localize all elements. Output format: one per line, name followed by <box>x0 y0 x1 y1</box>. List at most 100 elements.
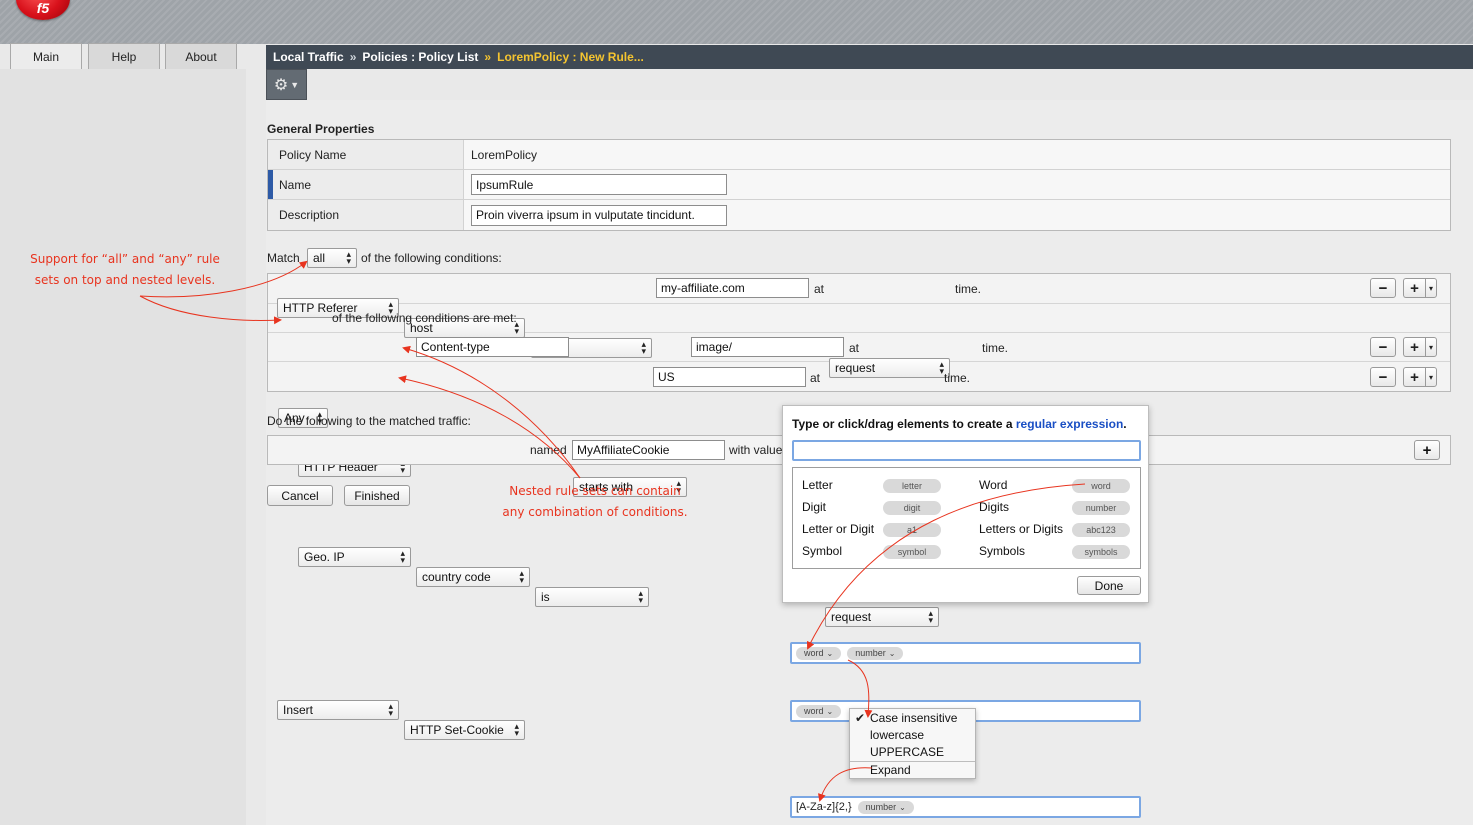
chevron-down-icon: ⌄ <box>899 802 906 812</box>
select-arrows-icon: ▴▾ <box>519 568 524 585</box>
condition-3-value-input[interactable]: US <box>653 367 806 387</box>
condition-2-part-input[interactable]: Content-type <box>416 337 569 357</box>
menu-item-lowercase[interactable]: lowercase <box>870 728 924 742</box>
condition-1-value-input[interactable]: my-affiliate.com <box>656 278 809 298</box>
remove-condition-button[interactable]: − <box>1370 337 1396 357</box>
policy-name-row: Policy Name LoremPolicy <box>268 140 1450 170</box>
breadcrumb-local-traffic[interactable]: Local Traffic <box>273 50 344 64</box>
match-mode-select[interactable]: all ▴ ▾ <box>307 248 357 268</box>
regex-element-palette: Letter letter Digit digit Letter or Digi… <box>792 467 1141 569</box>
annotation-line: sets on top and nested levels. <box>34 273 216 287</box>
add-condition-dropdown[interactable]: ▾ <box>1425 278 1437 298</box>
general-properties-table: Policy Name LoremPolicy Name IpsumRule D… <box>267 139 1451 231</box>
tab-main[interactable]: Main <box>10 43 82 69</box>
regex-title-suffix: . <box>1123 417 1127 431</box>
left-nav-panel <box>0 69 246 825</box>
select-arrows-icon: ▴▾ <box>346 249 351 266</box>
match-prefix: Match <box>267 251 300 265</box>
chevron-down-icon: ▾ <box>1428 372 1433 382</box>
palette-token[interactable]: abc123 <box>1072 523 1130 537</box>
regex-title-text: Type or click/drag elements to create a <box>792 417 1013 431</box>
palette-token[interactable]: word <box>1072 479 1130 493</box>
done-button[interactable]: Done <box>1077 576 1141 595</box>
time-label: time. <box>982 341 1009 355</box>
tab-help-label: Help <box>111 49 137 64</box>
action-target-select[interactable]: HTTP Set-Cookie ▴ ▾ <box>404 720 525 740</box>
select-value: is <box>541 590 550 604</box>
with-value-label: with value <box>729 443 783 457</box>
description-label: Description <box>268 200 464 230</box>
select-value: country code <box>422 570 491 584</box>
menu-item-case-insensitive[interactable]: Case insensitive <box>870 711 957 725</box>
breadcrumb-policy-list[interactable]: Policies : Policy List <box>362 50 478 64</box>
condition-2-value-input[interactable]: image/ <box>691 337 844 357</box>
regex-input[interactable] <box>792 440 1141 461</box>
general-properties-heading: General Properties <box>267 122 375 136</box>
tab-about[interactable]: About <box>165 43 237 69</box>
select-arrows-icon: ▴▾ <box>388 701 393 718</box>
add-action-button[interactable]: + <box>1414 440 1440 460</box>
palette-token[interactable]: symbols <box>1072 545 1130 559</box>
menu-item-expand[interactable]: Expand <box>870 763 911 777</box>
select-arrows-icon: ▴▾ <box>400 548 405 565</box>
regex-example-field-1[interactable]: word ⌄ number ⌄ <box>790 642 1141 664</box>
condition-3-field-select[interactable]: Geo. IP ▴ ▾ <box>298 547 411 567</box>
chevron-down-icon: ▾ <box>1428 283 1433 293</box>
regex-example-field-3[interactable]: [A-Za-z]{2,} number ⌄ <box>790 796 1141 818</box>
remove-condition-button[interactable]: − <box>1370 367 1396 387</box>
finished-button[interactable]: Finished <box>344 485 410 506</box>
named-label: named <box>530 443 567 457</box>
at-label: at <box>849 341 860 355</box>
condition-3-operator-select[interactable]: is ▴ ▾ <box>535 587 649 607</box>
plus-icon: + <box>1422 441 1432 459</box>
description-input[interactable]: Proin viverra ipsum in vulputate tincidu… <box>471 204 727 226</box>
token-label: word <box>804 648 824 658</box>
regex-token-number[interactable]: number ⌄ <box>847 646 904 660</box>
gear-menu-button[interactable]: ⚙ ▼ <box>266 69 307 100</box>
regex-token-number[interactable]: number ⌄ <box>857 800 914 814</box>
palette-token[interactable]: number <box>1072 501 1130 515</box>
cookie-name-input[interactable]: MyAffiliateCookie <box>572 440 725 460</box>
regex-builder-popup: Type or click/drag elements to create a … <box>782 405 1149 603</box>
annotation-line: Nested rule sets can contain <box>509 484 681 498</box>
add-condition-dropdown[interactable]: ▾ <box>1425 367 1437 387</box>
palette-label: Digits <box>979 500 1010 514</box>
add-condition-button[interactable]: + <box>1403 278 1425 298</box>
annotation-line: any combination of conditions. <box>502 505 688 519</box>
select-arrows-icon: ▴▾ <box>641 339 646 356</box>
at-label: at <box>814 282 825 296</box>
regular-expression-link[interactable]: regular expression <box>1016 417 1123 431</box>
plus-icon: + <box>1410 279 1419 297</box>
time-label: time. <box>944 371 971 385</box>
select-value: request <box>835 361 876 375</box>
add-condition-button[interactable]: + <box>1403 337 1425 357</box>
palette-token[interactable]: a1 <box>883 523 941 537</box>
palette-token[interactable]: symbol <box>883 545 941 559</box>
action-select[interactable]: Insert ▴ ▾ <box>277 700 399 720</box>
token-label: word <box>804 706 824 716</box>
name-input[interactable]: IpsumRule <box>471 174 727 195</box>
minus-icon: − <box>1378 368 1388 386</box>
menu-divider <box>850 761 975 762</box>
add-condition-button[interactable]: + <box>1403 367 1425 387</box>
palette-label: Symbols <box>979 544 1026 558</box>
cancel-button[interactable]: Cancel <box>267 485 333 506</box>
tab-main-label: Main <box>32 49 59 64</box>
condition-3-time-select[interactable]: request ▴ ▾ <box>825 607 939 627</box>
tab-about-label: About <box>185 49 217 64</box>
token-context-menu: ✔ Case insensitive lowercase UPPERCASE E… <box>849 708 976 779</box>
condition-1-time-select[interactable]: request ▴ ▾ <box>829 358 950 378</box>
condition-3-part-select[interactable]: country code ▴ ▾ <box>416 567 530 587</box>
policy-name-label: Policy Name <box>268 140 464 169</box>
menu-item-uppercase[interactable]: UPPERCASE <box>870 745 944 759</box>
palette-token[interactable]: letter <box>883 479 941 493</box>
policy-name-value: LoremPolicy <box>471 147 538 162</box>
palette-label: Letter <box>802 478 833 492</box>
add-condition-dropdown[interactable]: ▾ <box>1425 337 1437 357</box>
regex-token-word[interactable]: word ⌄ <box>796 704 842 718</box>
palette-token[interactable]: digit <box>883 501 941 515</box>
tab-help[interactable]: Help <box>88 43 160 69</box>
remove-condition-button[interactable]: − <box>1370 278 1396 298</box>
regex-token-word[interactable]: word ⌄ <box>796 646 842 660</box>
caret-down-icon: ▼ <box>290 79 300 90</box>
